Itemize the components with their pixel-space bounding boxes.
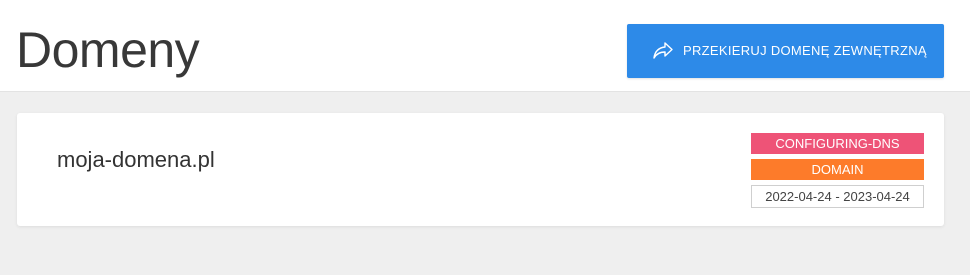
- status-badge: CONFIGURING-DNS: [751, 133, 924, 154]
- redirect-button-label: PRZEKIERUJ DOMENĘ ZEWNĘTRZNĄ: [683, 43, 927, 58]
- validity-period: 2022-04-24 - 2023-04-24: [751, 185, 924, 208]
- type-badge: DOMAIN: [751, 159, 924, 180]
- domain-badges: CONFIGURING-DNS DOMAIN 2022-04-24 - 2023…: [751, 133, 924, 213]
- redirect-external-domain-button[interactable]: PRZEKIERUJ DOMENĘ ZEWNĘTRZNĄ: [627, 24, 944, 78]
- domain-card[interactable]: moja-domena.pl CONFIGURING-DNS DOMAIN 20…: [17, 113, 944, 226]
- domain-name[interactable]: moja-domena.pl: [57, 145, 215, 175]
- page-title: Domeny: [16, 22, 200, 78]
- page-header: Domeny PRZEKIERUJ DOMENĘ ZEWNĘTRZNĄ: [0, 0, 970, 92]
- share-arrow-icon: [652, 41, 674, 61]
